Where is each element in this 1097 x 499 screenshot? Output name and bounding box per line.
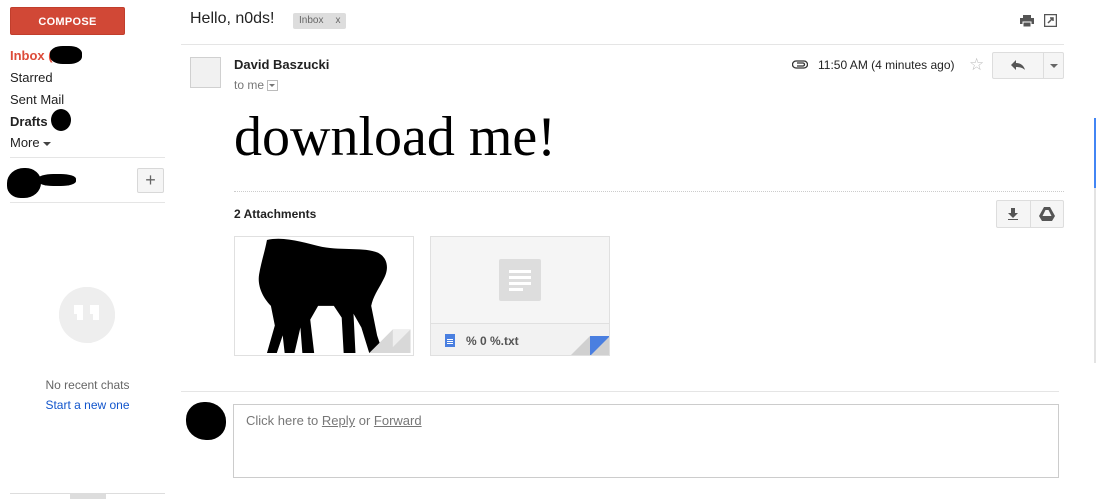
recipient-text: to me: [234, 78, 265, 92]
scrollbar-thumb[interactable]: [1094, 118, 1096, 188]
nav-inbox[interactable]: Inbox (: [10, 48, 53, 64]
redacted-count: [50, 46, 82, 64]
reply-input-box[interactable]: Click here to Reply or Forward: [233, 404, 1059, 478]
inbox-label-chip[interactable]: Inbox x: [293, 13, 347, 29]
nav-drafts[interactable]: Drafts: [10, 114, 48, 130]
recipient-line[interactable]: to me: [234, 78, 279, 92]
no-recent-chats-text: No recent chats: [45, 378, 130, 392]
sender-name[interactable]: David Baszucki: [234, 57, 329, 72]
attachments-title: 2 Attachments: [234, 207, 317, 221]
reply-prompt-prefix: Click here to: [246, 413, 322, 428]
attachments-divider: [234, 191, 1064, 192]
sidebar-divider-2: [10, 202, 165, 203]
download-icon: [1008, 208, 1018, 220]
email-subject: Hello, n0ds!: [190, 10, 275, 27]
attachments-actions: [996, 200, 1064, 228]
sidebar-divider: [10, 157, 165, 158]
nav-sent-mail[interactable]: Sent Mail: [10, 92, 64, 108]
file-corner-fold: [571, 336, 609, 355]
attachment-file-name: % 0 %.txt: [466, 334, 519, 348]
paperclip-icon: [792, 60, 808, 69]
inbox-label-text: Inbox: [299, 15, 324, 26]
reply-button[interactable]: [993, 53, 1043, 78]
popout-icon[interactable]: [1044, 14, 1057, 27]
attachment-image-thumbnail: [258, 238, 411, 354]
nav-starred[interactable]: Starred: [10, 70, 53, 86]
redacted-user: [7, 168, 41, 198]
redacted-user-name: [38, 174, 76, 186]
forward-link[interactable]: Forward: [374, 413, 422, 428]
save-to-drive-button[interactable]: [1031, 201, 1063, 227]
nav-more-label: More: [10, 135, 40, 150]
hangouts-quote-icon: [59, 287, 115, 345]
chevron-down-icon: [42, 141, 51, 146]
text-file-icon: [445, 334, 455, 347]
reply-icon: [1011, 60, 1025, 70]
reply-prompt-or: or: [355, 413, 374, 428]
start-new-chat-link[interactable]: Start a new one: [0, 398, 175, 412]
attachment-text-card[interactable]: % 0 %.txt: [430, 236, 610, 356]
email-body: download me!: [234, 106, 556, 168]
nav-more[interactable]: More: [10, 135, 51, 151]
drive-icon: [1039, 207, 1055, 221]
header-divider: [181, 44, 1064, 45]
download-all-button[interactable]: [997, 201, 1030, 227]
nav-inbox-label: Inbox (: [10, 48, 53, 63]
reply-button-group: [992, 52, 1064, 79]
redacted-reply-avatar: [186, 402, 226, 440]
compose-button[interactable]: COMPOSE: [10, 7, 125, 35]
add-contact-button[interactable]: +: [137, 168, 164, 193]
more-actions-button[interactable]: [1044, 53, 1064, 78]
timestamp: 11:50 AM (4 minutes ago): [818, 58, 955, 72]
star-icon[interactable]: ☆: [969, 55, 984, 75]
print-icon[interactable]: [1020, 15, 1034, 27]
remove-label-icon[interactable]: x: [335, 15, 340, 26]
reply-link[interactable]: Reply: [322, 413, 355, 428]
redacted-drafts-count: [51, 109, 71, 131]
details-dropdown-icon[interactable]: [267, 80, 279, 92]
reply-area-divider: [181, 391, 1059, 392]
sender-avatar: [190, 57, 221, 88]
attachment-image-card[interactable]: [234, 236, 414, 356]
sidebar-footer-tab[interactable]: [70, 493, 106, 499]
text-document-icon: [499, 259, 541, 301]
